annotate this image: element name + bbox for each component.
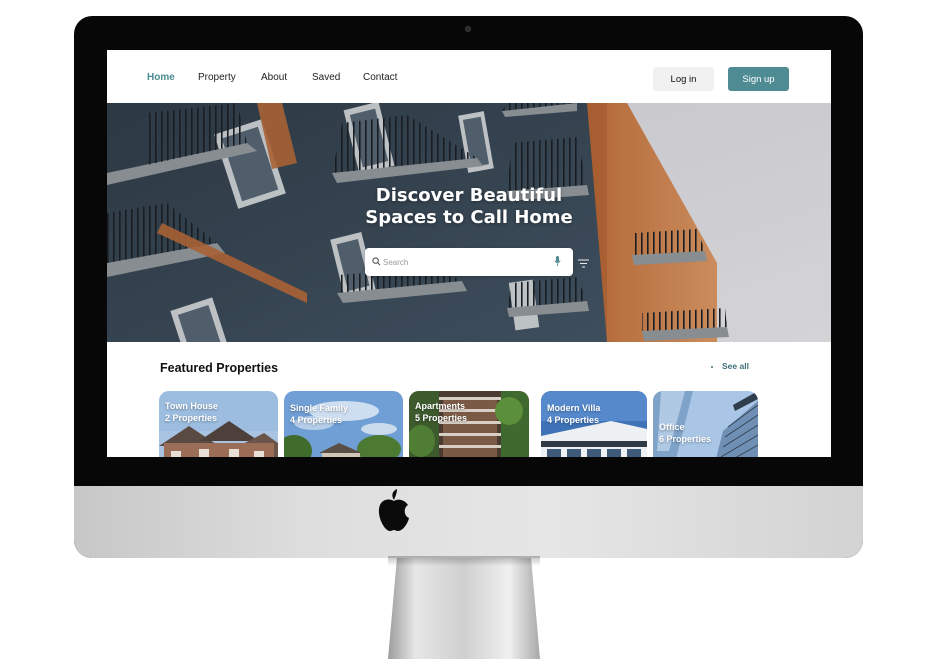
card-name: Town House <box>165 401 218 411</box>
category-card-single-family[interactable]: Single Family 4 Properties <box>284 391 403 457</box>
see-all-dot <box>711 366 713 368</box>
hero-title: Discover Beautiful Spaces to Call Home <box>107 185 831 229</box>
login-button[interactable]: Log in <box>653 67 714 91</box>
hero-title-line1: Discover Beautiful <box>375 185 563 206</box>
nav-contact[interactable]: Contact <box>363 72 397 83</box>
card-count: 4 Properties <box>290 415 343 425</box>
search-icon <box>372 257 381 266</box>
card-name: Modern Villa <box>547 403 601 413</box>
browser-screen: Home Property About Saved Contact Log in… <box>107 50 831 457</box>
category-card-town-house[interactable]: Town House 2 Properties <box>159 391 278 457</box>
category-card-modern-villa[interactable]: Modern Villa 4 Properties <box>541 391 647 457</box>
see-all-link[interactable]: See all <box>722 361 749 371</box>
card-count: 6 Properties <box>659 434 712 444</box>
top-navigation: Home Property About Saved Contact Log in… <box>107 50 831 103</box>
search-input[interactable] <box>383 254 543 270</box>
imac-chin <box>74 486 863 558</box>
card-count: 4 Properties <box>547 415 600 425</box>
microphone-icon[interactable] <box>554 256 561 267</box>
nav-about[interactable]: About <box>261 72 287 83</box>
nav-saved[interactable]: Saved <box>312 72 340 83</box>
card-count: 2 Properties <box>165 413 218 423</box>
apple-logo-icon <box>378 489 409 531</box>
stand-shadow <box>388 556 540 566</box>
category-card-apartments[interactable]: Apartments 5 Properties <box>409 391 529 457</box>
camera-icon <box>465 26 471 32</box>
signup-button[interactable]: Sign up <box>728 67 789 91</box>
nav-property[interactable]: Property <box>198 72 236 83</box>
card-name: Office <box>659 422 685 432</box>
card-name: Single Family <box>290 403 349 413</box>
category-card-office[interactable]: Office 6 Properties <box>653 391 758 457</box>
nav-home[interactable]: Home <box>147 72 175 83</box>
imac-stand <box>388 556 540 659</box>
hero-title-line2: Spaces to Call Home <box>365 207 573 228</box>
search-bar <box>365 248 573 276</box>
featured-title: Featured Properties <box>160 361 279 375</box>
hero-banner: Discover Beautiful Spaces to Call Home <box>107 103 831 342</box>
card-name: Apartments <box>415 401 466 411</box>
filter-icon[interactable] <box>578 259 589 268</box>
card-count: 5 Properties <box>415 413 468 423</box>
